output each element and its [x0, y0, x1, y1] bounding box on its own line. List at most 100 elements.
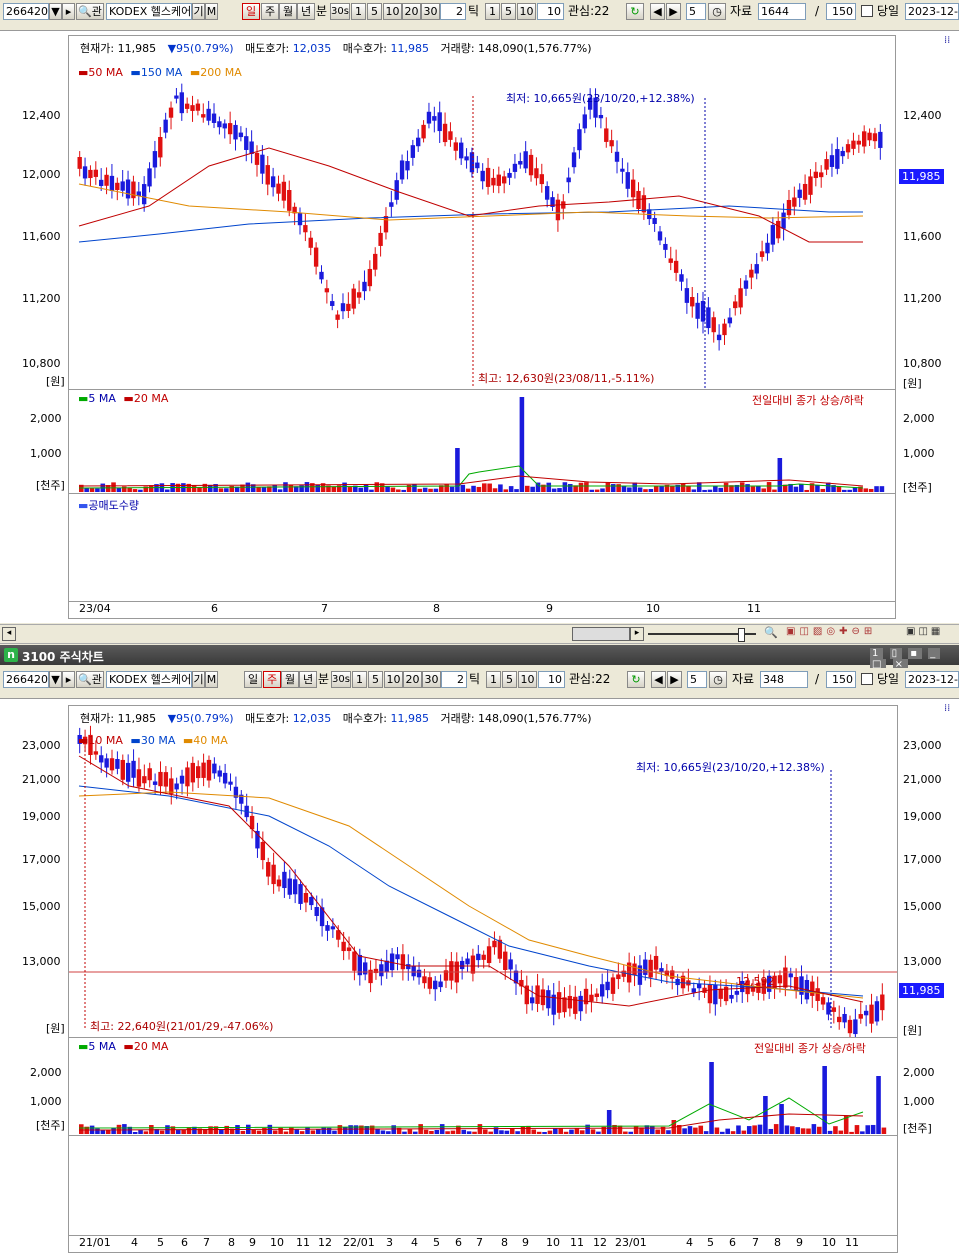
chart1-scrollbar[interactable]: ◂ ▸ 🔍 ▣◫▨◎✚⊖⊞ ▣◫▦ [0, 624, 959, 644]
left-arrow-icon: ◀ [653, 5, 662, 18]
minute-10-button[interactable]: 10 [383, 3, 402, 20]
minute-20-button[interactable]: 20 [402, 3, 421, 20]
chart2-price-area[interactable] [68, 705, 898, 1039]
scroll-left-icon[interactable]: ◂ [2, 627, 16, 641]
volume-bar [508, 486, 514, 492]
y-tick: 17,000 [22, 853, 61, 866]
volume-bar [492, 488, 498, 492]
volume-bar [547, 1130, 553, 1134]
tab-weekly[interactable]: 주 [263, 671, 281, 688]
date-field[interactable]: 2023-12-0 [905, 3, 959, 20]
settings-icon[interactable]: ▪ [908, 648, 923, 659]
minute-1-button[interactable]: 1 [352, 671, 367, 688]
stock-code-input[interactable]: 266420 [3, 3, 49, 20]
minute-20-button[interactable]: 20 [403, 671, 422, 688]
chart1-price-area[interactable] [68, 35, 896, 391]
next-button[interactable]: ▶ [666, 3, 681, 20]
data-count-select[interactable]: 348 [760, 671, 808, 688]
volume-bar [321, 1127, 326, 1134]
volume-bar [487, 483, 492, 492]
type-button[interactable]: 기 [192, 671, 205, 688]
tick-1-button[interactable]: 1 [485, 3, 500, 20]
tab-monthly[interactable]: 월 [281, 671, 299, 688]
zoom-icon[interactable]: 🔍 [764, 626, 778, 639]
clock-button[interactable]: ◷ [708, 3, 726, 20]
tab-monthly[interactable]: 월 [279, 3, 297, 20]
minimize-icon[interactable]: _ [928, 648, 941, 659]
stock-code-input[interactable]: 266420 [3, 671, 49, 688]
tick-input[interactable]: 2 [440, 3, 466, 20]
m-button[interactable]: M [205, 671, 218, 688]
tick-count-input[interactable]: 10 [537, 3, 564, 20]
data-count-select[interactable]: 1644 [758, 3, 806, 20]
chart2-lower-area[interactable] [68, 1135, 898, 1237]
volume-bar [132, 489, 138, 492]
m-button[interactable]: M [205, 3, 218, 20]
volume-bar [531, 1129, 537, 1134]
tab-yearly[interactable]: 년 [299, 671, 317, 688]
minute-30-button[interactable]: 30 [422, 671, 441, 688]
candle-body [862, 131, 867, 147]
sec-button[interactable]: 30s [331, 671, 351, 688]
scroll-track[interactable] [572, 627, 630, 641]
candle-body [826, 1002, 831, 1015]
minute-30-button[interactable]: 30 [421, 3, 440, 20]
next-arrow-button[interactable]: ▸ [62, 671, 75, 688]
page-size-input[interactable]: 150 [826, 3, 856, 20]
code-dropdown-button[interactable]: ▼ [49, 671, 62, 688]
chart2-titlebar: n 3100 주식차트 1 ▯ ▪ _ □ × [0, 645, 959, 670]
today-checkbox[interactable] [861, 673, 873, 685]
candle-body [222, 772, 228, 784]
type-button[interactable]: 기 [192, 3, 205, 20]
today-checkbox[interactable] [861, 5, 873, 17]
step-input[interactable]: 5 [686, 3, 706, 20]
tab-yearly[interactable]: 년 [297, 3, 315, 20]
clock-button[interactable]: ◷ [709, 671, 727, 688]
next-button[interactable]: ▶ [667, 671, 682, 688]
scroll-right-icon[interactable]: ▸ [630, 627, 644, 641]
help-icon[interactable]: 1 [870, 648, 884, 659]
zoom-thumb[interactable] [738, 628, 745, 642]
minute-1-button[interactable]: 1 [351, 3, 366, 20]
bid-label: 매수호가: [342, 712, 387, 725]
chart1-expand-icon[interactable]: ⁞⁞ [944, 35, 950, 46]
candle-body [648, 959, 653, 978]
clock-icon: ◷ [712, 5, 722, 18]
volume-bar [530, 486, 535, 492]
tick-5-button[interactable]: 5 [501, 3, 516, 20]
window-tools-icons[interactable]: ▣◫▦ [906, 626, 943, 637]
volume-bar [623, 1131, 628, 1134]
x-label: 4 [411, 1236, 418, 1249]
tick-10-button[interactable]: 10 [517, 3, 536, 20]
date-field[interactable]: 2023-12- [905, 671, 959, 688]
sec-button[interactable]: 30s [330, 3, 350, 20]
prev-button[interactable]: ◀ [650, 3, 665, 20]
tick-5-button[interactable]: 5 [502, 671, 517, 688]
page-size-input[interactable]: 150 [826, 671, 856, 688]
next-arrow-button[interactable]: ▸ [62, 3, 75, 20]
refresh-button[interactable]: ↻ [626, 3, 644, 20]
chart1-short-area[interactable] [68, 493, 896, 603]
search-button[interactable]: 🔍관 [76, 3, 104, 20]
search-button[interactable]: 🔍관 [76, 671, 104, 688]
tick-count-input[interactable]: 10 [538, 671, 565, 688]
candle-body [840, 150, 845, 157]
tab-weekly[interactable]: 주 [261, 3, 279, 20]
tick-10-button[interactable]: 10 [518, 671, 537, 688]
minute-5-button[interactable]: 5 [367, 3, 382, 20]
code-dropdown-button[interactable]: ▼ [49, 3, 62, 20]
tab-daily[interactable]: 일 [242, 3, 260, 20]
y-tick: 15,000 [903, 900, 942, 913]
window-controls[interactable]: 1 ▯ ▪ _ □ × [870, 648, 959, 670]
tab-daily[interactable]: 일 [244, 671, 262, 688]
step-input[interactable]: 5 [687, 671, 707, 688]
tick-1-button[interactable]: 1 [486, 671, 501, 688]
chart2-expand-icon[interactable]: ⁞⁞ [944, 703, 950, 714]
refresh-button[interactable]: ↻ [627, 671, 645, 688]
minute-10-button[interactable]: 10 [384, 671, 403, 688]
split-icon[interactable]: ▯ [889, 648, 903, 659]
tick-input[interactable]: 2 [441, 671, 467, 688]
minute-5-button[interactable]: 5 [368, 671, 383, 688]
prev-button[interactable]: ◀ [651, 671, 666, 688]
chart-tools-icons[interactable]: ▣◫▨◎✚⊖⊞ [786, 626, 876, 637]
